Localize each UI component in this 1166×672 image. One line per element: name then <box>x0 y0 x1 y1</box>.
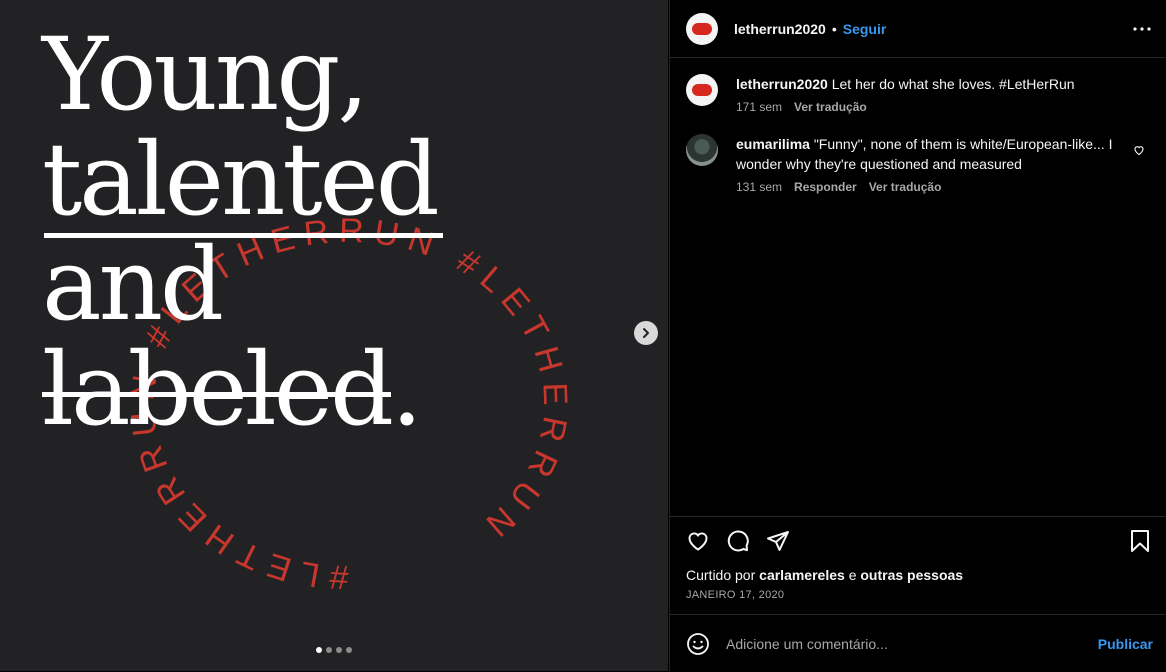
headline-line-4: labeled <box>42 337 394 442</box>
brand-logo-icon <box>692 84 712 96</box>
comment-time[interactable]: 171 sem <box>736 100 782 114</box>
heart-icon[interactable] <box>686 529 710 553</box>
headline-line-3: and <box>42 226 224 343</box>
likes-user[interactable]: carlamereles <box>759 567 845 583</box>
chevron-right-icon <box>643 328 649 338</box>
post-panel: letherrun2020 • Seguir letherrun2020 Let… <box>669 0 1166 671</box>
headline: Young, talented and labeled. <box>42 16 443 442</box>
post-date[interactable]: JANEIRO 17, 2020 <box>686 589 1151 601</box>
avatar[interactable] <box>686 12 718 45</box>
emoji-icon[interactable] <box>686 632 710 656</box>
likes-prefix: Curtido por <box>686 567 756 583</box>
translate-button[interactable]: Ver tradução <box>869 180 942 194</box>
carousel-dot <box>346 647 352 653</box>
header-separator: • <box>831 20 837 37</box>
headline-period: . <box>390 331 423 448</box>
avatar[interactable] <box>686 134 718 166</box>
likes-conj: e <box>848 567 857 583</box>
post-media: #LETHERRUN #LETHERRUN #LETHERRUN Young, … <box>0 0 668 671</box>
translate-button[interactable]: Ver tradução <box>794 100 867 114</box>
headline-line-1: Young, <box>42 16 369 133</box>
brand-logo-icon <box>692 22 712 35</box>
carousel-indicator <box>316 647 352 653</box>
comment-input[interactable]: Adicione um comentário... <box>726 636 1098 652</box>
carousel-dot <box>316 647 322 653</box>
reply-button[interactable]: Responder <box>794 180 857 194</box>
likes-others[interactable]: outras pessoas <box>860 567 963 583</box>
comment-time[interactable]: 131 sem <box>736 180 782 194</box>
comment-username[interactable]: letherrun2020 <box>736 76 828 92</box>
headline-line-2: talented <box>42 121 443 238</box>
carousel-dot <box>326 647 332 653</box>
header-username[interactable]: letherrun2020 <box>734 21 826 37</box>
like-comment-icon[interactable] <box>1133 144 1145 156</box>
comment-icon[interactable] <box>726 529 750 553</box>
comments-list: letherrun2020 Let her do what she loves.… <box>670 58 1166 194</box>
next-slide-button[interactable] <box>634 321 658 345</box>
headline-labeled-word: labeled <box>42 331 394 448</box>
comment-username[interactable]: eumarilima <box>736 136 810 152</box>
carousel-dot <box>336 647 342 653</box>
likes-summary: Curtido por carlamereles e outras pessoa… <box>686 567 1151 583</box>
add-comment-bar: Adicione um comentário... Publicar <box>670 614 1166 672</box>
share-icon[interactable] <box>766 529 790 553</box>
bookmark-icon[interactable] <box>1129 529 1151 553</box>
post-header: letherrun2020 • Seguir <box>670 0 1166 58</box>
strikethrough-bar <box>42 391 391 397</box>
comment: eumarilima "Funny", none of them is whit… <box>686 134 1151 194</box>
publish-button[interactable]: Publicar <box>1098 636 1153 652</box>
more-options-icon[interactable] <box>1133 26 1151 31</box>
post-actions: Curtido por carlamereles e outras pessoa… <box>670 516 1166 601</box>
caption-comment: letherrun2020 Let her do what she loves.… <box>686 74 1151 114</box>
comment-text: Let her do what she loves. #LetHerRun <box>831 76 1075 92</box>
follow-button[interactable]: Seguir <box>843 21 887 37</box>
avatar[interactable] <box>686 74 718 106</box>
